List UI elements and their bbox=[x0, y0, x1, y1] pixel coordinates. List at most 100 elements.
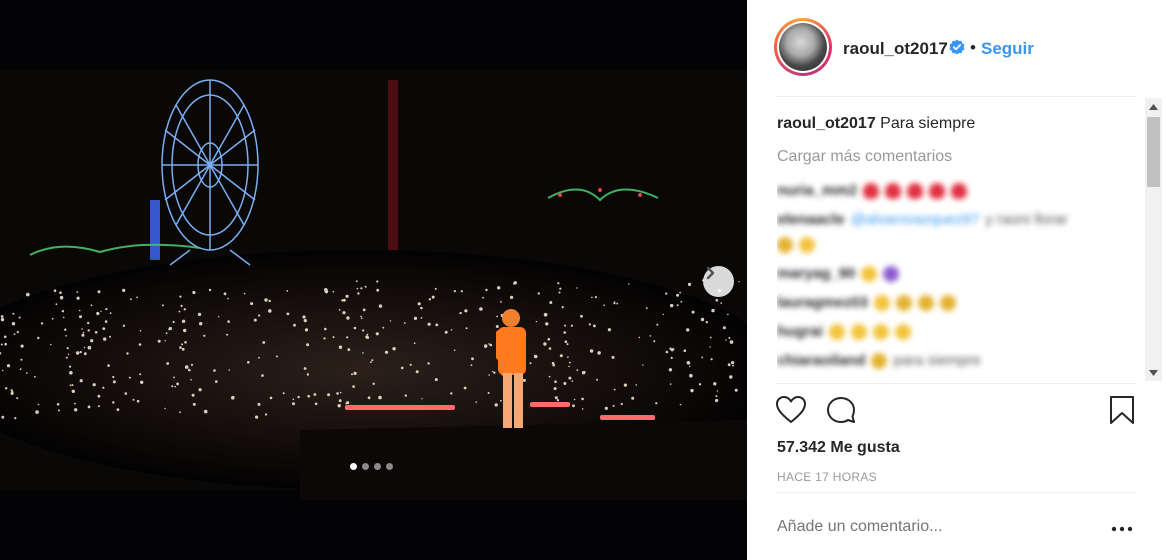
crowd-light bbox=[529, 362, 532, 365]
crowd-light bbox=[360, 287, 363, 290]
next-photo-button[interactable] bbox=[703, 266, 734, 297]
crowd-light bbox=[306, 343, 310, 347]
crowd-light bbox=[109, 312, 112, 315]
crowd-light bbox=[690, 388, 694, 393]
comment-icon[interactable] bbox=[825, 395, 857, 425]
crowd-light bbox=[168, 328, 171, 331]
crowd-light bbox=[568, 376, 572, 380]
crowd-light bbox=[3, 335, 7, 339]
comment-username[interactable]: maryag_90 bbox=[777, 265, 855, 282]
crowd-light bbox=[4, 342, 7, 346]
crowd-light bbox=[543, 312, 548, 317]
crowd-light bbox=[655, 402, 658, 405]
crowd-light bbox=[94, 331, 98, 334]
crowd-light bbox=[112, 380, 116, 384]
crowd-light bbox=[563, 331, 566, 334]
crowd-light bbox=[226, 333, 229, 336]
comment-item: nuria_mm2 bbox=[777, 176, 1135, 205]
crowd-light bbox=[732, 364, 734, 367]
comment-username[interactable]: hugrai bbox=[777, 323, 823, 340]
heart-icon[interactable] bbox=[775, 395, 807, 425]
comment-username[interactable]: elenaacle bbox=[777, 211, 845, 228]
crowd-light bbox=[453, 290, 456, 293]
crowd-light bbox=[293, 323, 296, 327]
crowd-light bbox=[459, 311, 462, 315]
crowd-light bbox=[18, 316, 21, 319]
add-comment-input[interactable] bbox=[777, 518, 1107, 536]
crowd-light bbox=[275, 355, 278, 358]
crowd-light bbox=[628, 283, 630, 285]
crowd-light bbox=[243, 292, 246, 295]
comment-item bbox=[777, 230, 1135, 259]
comment-username[interactable]: nuria_mm2 bbox=[777, 182, 857, 199]
comments-section[interactable]: raoul_ot2017 Para siempre Cargar más com… bbox=[777, 100, 1135, 382]
scroll-down-arrow-icon bbox=[1149, 369, 1158, 376]
crowd-light bbox=[564, 324, 567, 327]
crowd-light bbox=[203, 334, 206, 337]
scroll-down-button[interactable] bbox=[1145, 364, 1162, 381]
crowd-light bbox=[588, 323, 591, 326]
crowd-light bbox=[14, 417, 17, 420]
crowd-light bbox=[69, 365, 72, 368]
crowd-light bbox=[79, 379, 83, 383]
crowd-light bbox=[109, 335, 111, 338]
header-username[interactable]: raoul_ot2017 bbox=[843, 39, 948, 59]
load-more-comments-button[interactable]: Cargar más comentarios bbox=[777, 148, 952, 166]
crowd-light bbox=[78, 309, 81, 312]
comments-scrollbar[interactable] bbox=[1145, 98, 1162, 381]
comment-mention[interactable]: @alvarovazquez97 bbox=[851, 211, 980, 228]
crowd-light bbox=[338, 399, 342, 403]
crowd-light bbox=[65, 335, 67, 337]
header-divider bbox=[777, 96, 1136, 97]
crowd-light bbox=[563, 382, 567, 385]
crowd-light bbox=[631, 396, 635, 400]
crowd-light bbox=[138, 343, 142, 346]
crowd-light bbox=[57, 409, 60, 412]
crowd-light bbox=[338, 345, 343, 349]
crowd-light bbox=[556, 399, 560, 402]
post-photo[interactable] bbox=[0, 0, 747, 560]
comment-username[interactable]: chiaraoiland bbox=[777, 352, 865, 369]
crowd-light bbox=[384, 350, 389, 354]
more-options-icon[interactable] bbox=[1111, 520, 1133, 538]
crowd-light bbox=[715, 395, 718, 398]
caption-username[interactable]: raoul_ot2017 bbox=[777, 115, 876, 132]
crowd-light bbox=[59, 291, 62, 295]
crowd-light bbox=[87, 345, 92, 350]
crowd-light bbox=[12, 312, 15, 315]
bookmark-icon[interactable] bbox=[1109, 395, 1135, 425]
follow-button[interactable]: Seguir bbox=[981, 39, 1034, 59]
crowd-light bbox=[362, 352, 364, 354]
crowd-light bbox=[213, 369, 216, 372]
crowd-light bbox=[700, 317, 705, 322]
crowd-light bbox=[569, 361, 571, 364]
crowd-light bbox=[645, 307, 648, 310]
crowd-light bbox=[255, 415, 259, 419]
likes-count[interactable]: 57.342 Me gusta bbox=[777, 439, 900, 457]
crowd-light bbox=[427, 362, 430, 365]
crowd-light bbox=[139, 373, 142, 376]
crowd-light bbox=[364, 285, 367, 288]
crowd-light bbox=[157, 339, 161, 343]
crowd-light bbox=[444, 330, 448, 334]
scroll-up-button[interactable] bbox=[1145, 98, 1162, 115]
crowd-light bbox=[676, 293, 680, 297]
crowd-light bbox=[725, 339, 727, 341]
crowd-light bbox=[604, 406, 608, 410]
gold-heart-emoji-icon bbox=[871, 352, 888, 369]
crowd-light bbox=[710, 358, 713, 361]
crowd-light bbox=[611, 355, 615, 359]
carousel-dot bbox=[386, 463, 393, 470]
crowd-light bbox=[716, 390, 719, 392]
crowd-light bbox=[616, 302, 619, 305]
scrollbar-thumb[interactable] bbox=[1147, 117, 1160, 187]
crowd-light bbox=[535, 320, 538, 323]
crowd-light bbox=[581, 397, 584, 401]
profile-avatar[interactable] bbox=[774, 18, 832, 76]
crowd-light bbox=[593, 324, 596, 328]
comment-username[interactable]: lauragmez03 bbox=[777, 294, 868, 311]
crowd-light bbox=[1, 415, 5, 419]
crowd-light bbox=[183, 308, 186, 311]
crowd-light bbox=[59, 295, 64, 300]
crowd-light bbox=[470, 364, 473, 366]
